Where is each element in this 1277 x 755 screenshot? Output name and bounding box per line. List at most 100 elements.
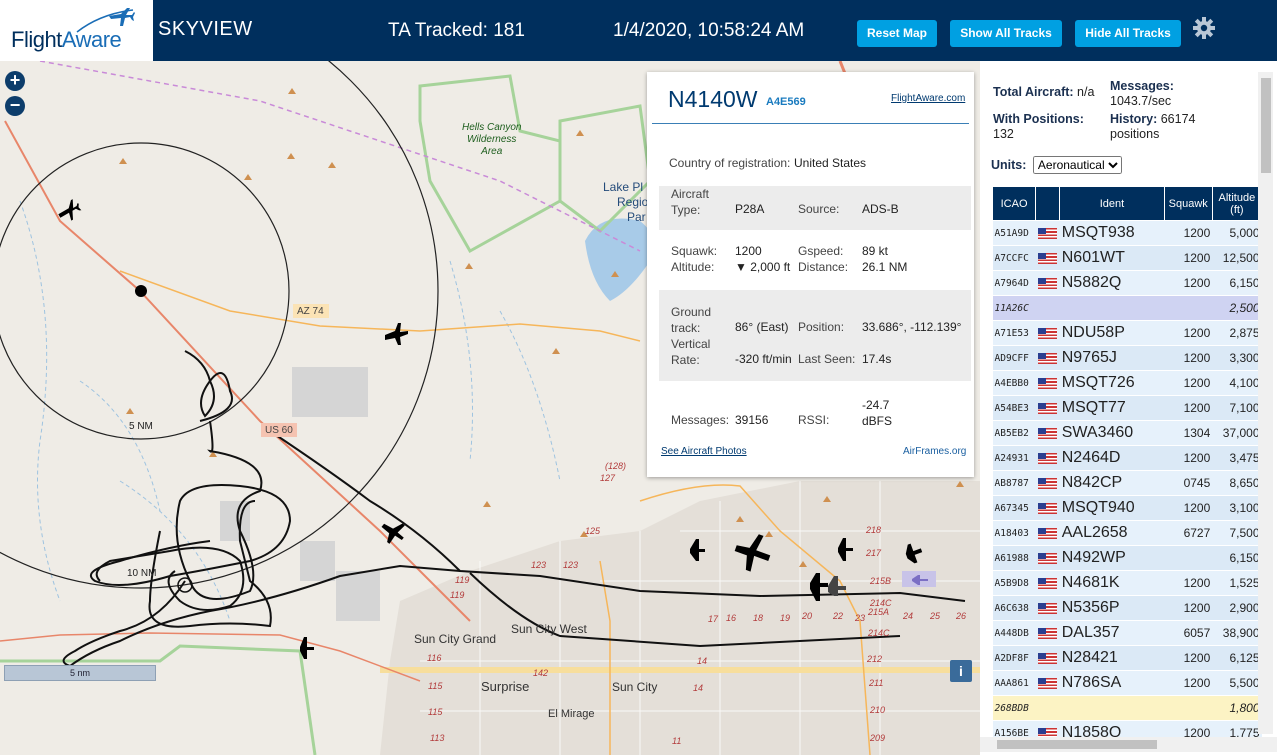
table-row[interactable]: A18403 AAL2658 6727 7,500: [992, 520, 1262, 546]
ring-5nm-label: 5 NM: [129, 421, 153, 432]
row-ident: N842CP: [1059, 470, 1165, 496]
row-ident: SWA3460: [1059, 420, 1165, 446]
table-row[interactable]: A71E53 NDU58P 1200 2,875: [992, 320, 1262, 346]
svg-text:210: 210: [869, 705, 885, 715]
us-flag-icon: [1037, 453, 1057, 465]
table-row[interactable]: 268BDB 1,800: [992, 695, 1262, 721]
table-row[interactable]: AD9CFF N9765J 1200 3,300: [992, 345, 1262, 371]
us-flag-icon: [1037, 353, 1057, 365]
col-icao[interactable]: ICAO: [991, 186, 1037, 221]
svg-text:19: 19: [780, 613, 790, 623]
row-flag: [1035, 445, 1060, 471]
popup-divider: [652, 123, 969, 124]
table-row[interactable]: A61988 N492WP 6,150: [992, 545, 1262, 571]
zoom-out-button[interactable]: −: [5, 96, 25, 116]
svg-text:115: 115: [428, 707, 443, 717]
svg-text:11: 11: [672, 736, 681, 746]
svg-text:22: 22: [832, 611, 843, 621]
row-squawk: 1200: [1164, 320, 1213, 346]
row-altitude: 1,800: [1212, 695, 1262, 721]
table-row[interactable]: A7964D N5882Q 1200 6,150: [992, 270, 1262, 296]
table-row[interactable]: AAA861 N786SA 1200 5,500: [992, 670, 1262, 696]
row-ident: N601WT: [1059, 245, 1165, 271]
svg-text:113: 113: [430, 733, 444, 743]
row-altitude: 6,150: [1212, 545, 1262, 571]
clock: 1/4/2020, 10:58:24 AM: [613, 20, 805, 41]
svg-text:215B: 215B: [869, 576, 891, 586]
table-row[interactable]: A6C638 N5356P 1200 2,900: [992, 595, 1262, 621]
col-ident[interactable]: Ident: [1059, 186, 1165, 221]
row-flag: [1035, 345, 1060, 371]
table-row[interactable]: A448DB DAL357 6057 38,900: [992, 620, 1262, 646]
row-icao: A7CCFC: [992, 245, 1036, 271]
col-altitude[interactable]: Altitude (ft): [1211, 186, 1263, 221]
squawk-row: Squawk: 1200 Gspeed: 89 kt Altitude: ▼ 2…: [671, 244, 908, 274]
row-altitude: 7,100: [1212, 395, 1262, 421]
svg-text:211: 211: [868, 678, 883, 688]
row-squawk: 6057: [1164, 620, 1213, 646]
row-icao: A67345: [992, 495, 1036, 521]
table-row[interactable]: A2DF8F N28421 1200 6,125: [992, 645, 1262, 671]
sidebar-vertical-thumb[interactable]: [1261, 78, 1271, 173]
svg-text:218: 218: [865, 525, 881, 535]
svg-text:127: 127: [600, 473, 616, 483]
row-ident: DAL357: [1059, 620, 1165, 646]
row-altitude: 5,000: [1212, 220, 1262, 246]
table-row[interactable]: AB8787 N842CP 0745 8,650: [992, 470, 1262, 496]
table-row[interactable]: A67345 MSQT940 1200 3,100: [992, 495, 1262, 521]
units-select[interactable]: Aeronautical: [1032, 156, 1122, 174]
logo-text: FlightAware: [11, 27, 122, 52]
airframes-link[interactable]: AirFrames.org: [903, 446, 966, 457]
row-flag: [1035, 320, 1060, 346]
row-ident: N4681K: [1059, 570, 1165, 596]
aircraft-hex[interactable]: A4E569: [766, 96, 806, 108]
row-icao: A6C638: [992, 595, 1036, 621]
row-squawk: 1200: [1164, 395, 1213, 421]
flightaware-link[interactable]: FlightAware.com: [891, 93, 965, 104]
table-row[interactable]: 11A26C 2,500: [992, 295, 1262, 321]
row-flag: [1035, 545, 1060, 571]
aircraft-table: ICAO Ident Squawk Altitude (ft) A51A9D MS…: [991, 186, 1263, 746]
row-altitude: 3,475: [1212, 445, 1262, 471]
row-altitude: 3,300: [1212, 345, 1262, 371]
svg-text:123: 123: [563, 560, 578, 570]
flightaware-logo[interactable]: FlightAware: [0, 0, 153, 61]
us-flag-icon: [1037, 253, 1057, 265]
sidebar-horizontal-thumb[interactable]: [997, 740, 1157, 749]
us-flag-icon: [1037, 678, 1057, 690]
col-flag[interactable]: [1035, 186, 1061, 221]
row-squawk: [1164, 695, 1213, 721]
table-row[interactable]: A7CCFC N601WT 1200 12,500: [992, 245, 1262, 271]
table-row[interactable]: A5B9D8 N4681K 1200 1,525: [992, 570, 1262, 596]
table-row[interactable]: A24931 N2464D 1200 3,475: [992, 445, 1262, 471]
svg-text:142: 142: [533, 668, 548, 678]
us-flag-icon: [1037, 553, 1057, 565]
aircraft-photos-link[interactable]: See Aircraft Photos: [661, 446, 747, 457]
reset-map-button[interactable]: Reset Map: [857, 20, 937, 47]
row-altitude: 5,500: [1212, 670, 1262, 696]
row-flag: [1035, 670, 1060, 696]
row-ident: AAL2658: [1059, 520, 1165, 546]
history-stat: History: 66174 positions: [1110, 112, 1196, 141]
info-button[interactable]: i: [950, 660, 972, 682]
aircraft-sidebar: Total Aircraft: n/a Messages: 1043.7/sec …: [980, 61, 1277, 755]
table-row[interactable]: AB5EB2 SWA3460 1304 37,000: [992, 420, 1262, 446]
table-row[interactable]: A4EBB0 MSQT726 1200 4,100: [992, 370, 1262, 396]
col-squawk[interactable]: Squawk: [1163, 186, 1213, 221]
row-altitude: 2,900: [1212, 595, 1262, 621]
row-icao: A71E53: [992, 320, 1036, 346]
row-altitude: 37,000: [1212, 420, 1262, 446]
row-squawk: 1200: [1164, 245, 1213, 271]
svg-text:115: 115: [428, 681, 443, 691]
scale-bar: 5 nm: [4, 665, 156, 681]
hells-canyon-label: Hells Canyon Wilderness Area: [462, 122, 522, 157]
show-all-tracks-button[interactable]: Show All Tracks: [950, 20, 1062, 47]
svg-text:25: 25: [929, 611, 941, 621]
hide-all-tracks-button[interactable]: Hide All Tracks: [1075, 20, 1181, 47]
zoom-in-button[interactable]: +: [5, 71, 25, 91]
table-row[interactable]: A51A9D MSQT938 1200 5,000: [992, 220, 1262, 246]
row-altitude: 4,100: [1212, 370, 1262, 396]
table-row[interactable]: A54BE3 MSQT77 1200 7,100: [992, 395, 1262, 421]
svg-text:18: 18: [753, 613, 763, 623]
gear-icon[interactable]: [1192, 16, 1216, 40]
